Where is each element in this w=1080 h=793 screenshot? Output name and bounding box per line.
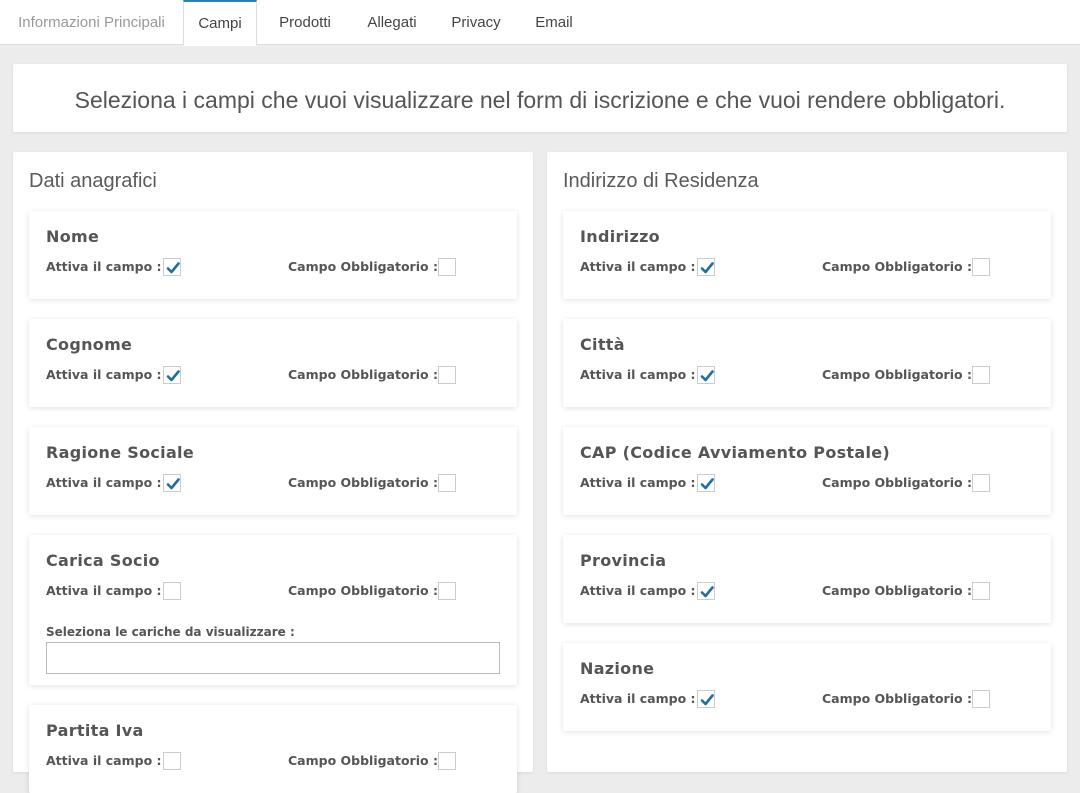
required-label: Campo Obbligatorio :: [288, 753, 438, 768]
required-label: Campo Obbligatorio :: [822, 259, 972, 274]
cariche-label: Seleziona le cariche da visualizzare :: [46, 625, 295, 639]
required-label: Campo Obbligatorio :: [288, 367, 438, 382]
field-card-provincia: Provincia Attiva il campo : Campo Obbligat…: [563, 535, 1051, 623]
active-label: Attiva il campo :: [46, 475, 162, 490]
field-title: CAP (Codice Avviamento Postale): [580, 443, 891, 462]
active-label: Attiva il campo :: [46, 367, 162, 382]
tab-informazioni-principali[interactable]: Informazioni Principali: [0, 0, 183, 45]
field-title: Carica Socio: [46, 551, 160, 570]
field-title: Partita Iva: [46, 721, 144, 740]
field-title: Nome: [46, 227, 100, 246]
field-card-cognome: Cognome Attiva il campo : Campo Obbligator…: [29, 319, 517, 407]
tab-email[interactable]: Email: [520, 0, 588, 45]
instructions-banner: Seleziona i campi che vuoi visualizzare …: [13, 64, 1067, 132]
active-checkbox[interactable]: [697, 582, 715, 600]
required-label: Campo Obbligatorio :: [822, 583, 972, 598]
field-card-partita-iva: Partita Iva Attiva il campo : Campo Obblig…: [29, 705, 517, 793]
active-label: Attiva il campo :: [580, 583, 696, 598]
active-checkbox[interactable]: [163, 474, 181, 492]
cariche-multiselect[interactable]: [46, 642, 500, 674]
active-checkbox[interactable]: [697, 258, 715, 276]
active-label: Attiva il campo :: [580, 259, 696, 274]
required-label: Campo Obbligatorio :: [288, 475, 438, 490]
field-title: Ragione Sociale: [46, 443, 194, 462]
required-checkbox[interactable]: [972, 582, 990, 600]
field-card-ragione-sociale: Ragione Sociale Attiva il campo : Campo Ob…: [29, 427, 517, 515]
active-label: Attiva il campo :: [46, 753, 162, 768]
panel-title: Dati anagrafici: [29, 170, 157, 192]
required-checkbox[interactable]: [438, 366, 456, 384]
required-checkbox[interactable]: [438, 474, 456, 492]
tab-privacy[interactable]: Privacy: [436, 0, 516, 45]
required-checkbox[interactable]: [438, 752, 456, 770]
required-checkbox[interactable]: [972, 690, 990, 708]
active-checkbox[interactable]: [163, 366, 181, 384]
active-label: Attiva il campo :: [580, 691, 696, 706]
required-checkbox[interactable]: [438, 258, 456, 276]
active-checkbox[interactable]: [163, 258, 181, 276]
field-title: Provincia: [580, 551, 667, 570]
tab-allegati[interactable]: Allegati: [352, 0, 432, 45]
required-label: Campo Obbligatorio :: [822, 475, 972, 490]
field-title: Indirizzo: [580, 227, 660, 246]
required-label: Campo Obbligatorio :: [288, 259, 438, 274]
required-checkbox[interactable]: [972, 366, 990, 384]
active-label: Attiva il campo :: [46, 583, 162, 598]
panel-title: Indirizzo di Residenza: [563, 170, 759, 192]
panel-dati-anagrafici: Dati anagrafici Nome Attiva il campo : Cam…: [13, 152, 533, 793]
active-checkbox[interactable]: [163, 752, 181, 770]
field-title: Città: [580, 335, 625, 354]
tab-bar: Informazioni Principali Campi Prodotti A…: [0, 0, 1080, 46]
field-card-nome: Nome Attiva il campo : Campo Obbligatorio …: [29, 211, 517, 299]
field-title: Cognome: [46, 335, 133, 354]
field-card-citta: Città Attiva il campo : Campo Obbligatorio…: [563, 319, 1051, 407]
field-card-carica-socio: Carica Socio Attiva il campo : Campo Obbli…: [29, 535, 517, 685]
active-label: Attiva il campo :: [580, 475, 696, 490]
active-checkbox[interactable]: [697, 366, 715, 384]
field-card-nazione: Nazione Attiva il campo : Campo Obbligator…: [563, 643, 1051, 731]
active-label: Attiva il campo :: [580, 367, 696, 382]
required-checkbox[interactable]: [972, 474, 990, 492]
required-label: Campo Obbligatorio :: [822, 691, 972, 706]
active-checkbox[interactable]: [697, 690, 715, 708]
required-checkbox[interactable]: [438, 582, 456, 600]
required-label: Campo Obbligatorio :: [288, 583, 438, 598]
panel-indirizzo-residenza: Indirizzo di Residenza Indirizzo Attiva i…: [547, 152, 1067, 772]
required-checkbox[interactable]: [972, 258, 990, 276]
active-label: Attiva il campo :: [46, 259, 162, 274]
tab-campi[interactable]: Campi: [183, 0, 257, 46]
field-card-cap-codice-avviamento-postale: CAP (Codice Avviamento Postale) Attiva il…: [563, 427, 1051, 515]
required-label: Campo Obbligatorio :: [822, 367, 972, 382]
tab-prodotti[interactable]: Prodotti: [262, 0, 348, 45]
active-checkbox[interactable]: [697, 474, 715, 492]
field-title: Nazione: [580, 659, 655, 678]
active-checkbox[interactable]: [163, 582, 181, 600]
field-card-indirizzo: Indirizzo Attiva il campo : Campo Obbligat…: [563, 211, 1051, 299]
